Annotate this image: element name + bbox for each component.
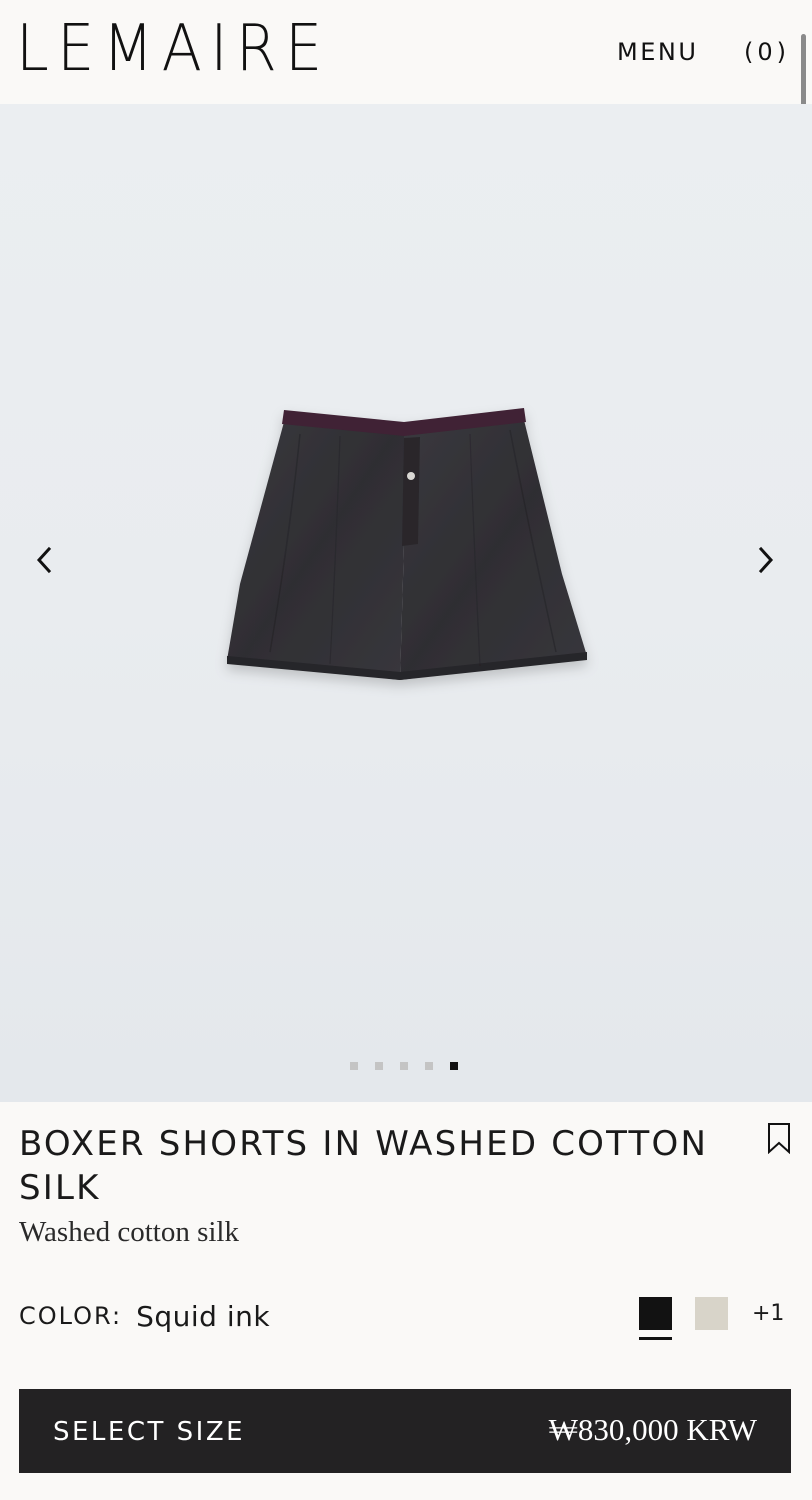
gallery-dot[interactable] xyxy=(425,1062,433,1070)
gallery-prev-button[interactable] xyxy=(24,540,64,580)
product-image xyxy=(227,408,587,680)
product-material: Washed cotton silk xyxy=(19,1216,239,1248)
more-colors-button[interactable]: +1 xyxy=(752,1300,784,1328)
gallery-dot[interactable] xyxy=(350,1062,358,1070)
site-header: LEMAIRE MENU (0) xyxy=(0,0,812,104)
chevron-left-icon xyxy=(36,546,52,574)
product-gallery[interactable] xyxy=(0,104,812,1102)
menu-button[interactable]: MENU xyxy=(617,36,698,68)
swatch-stone[interactable] xyxy=(695,1297,728,1330)
product-title: BOXER SHORTS IN WASHED COTTON SILK xyxy=(19,1124,709,1208)
color-value: Squid ink xyxy=(136,1299,271,1333)
bookmark-icon xyxy=(768,1123,790,1155)
wishlist-button[interactable] xyxy=(766,1122,792,1155)
selected-swatch-indicator xyxy=(639,1337,672,1340)
color-selector: COLOR: Squid ink xyxy=(19,1296,270,1336)
brand-logo[interactable]: LEMAIRE xyxy=(16,14,331,84)
color-label: COLOR: xyxy=(19,1302,123,1330)
gallery-dot[interactable] xyxy=(375,1062,383,1070)
swatch-squid-ink[interactable] xyxy=(639,1297,672,1330)
cart-button[interactable]: (0) xyxy=(744,36,790,68)
select-size-label: SELECT SIZE xyxy=(53,1417,246,1447)
product-price: ₩830,000 KRW xyxy=(548,1412,757,1447)
gallery-pagination xyxy=(350,1062,458,1070)
gallery-next-button[interactable] xyxy=(746,540,786,580)
chevron-right-icon xyxy=(758,546,774,574)
select-size-button[interactable]: SELECT SIZE ₩830,000 KRW xyxy=(19,1389,791,1473)
gallery-dot-active[interactable] xyxy=(450,1062,458,1070)
gallery-dot[interactable] xyxy=(400,1062,408,1070)
